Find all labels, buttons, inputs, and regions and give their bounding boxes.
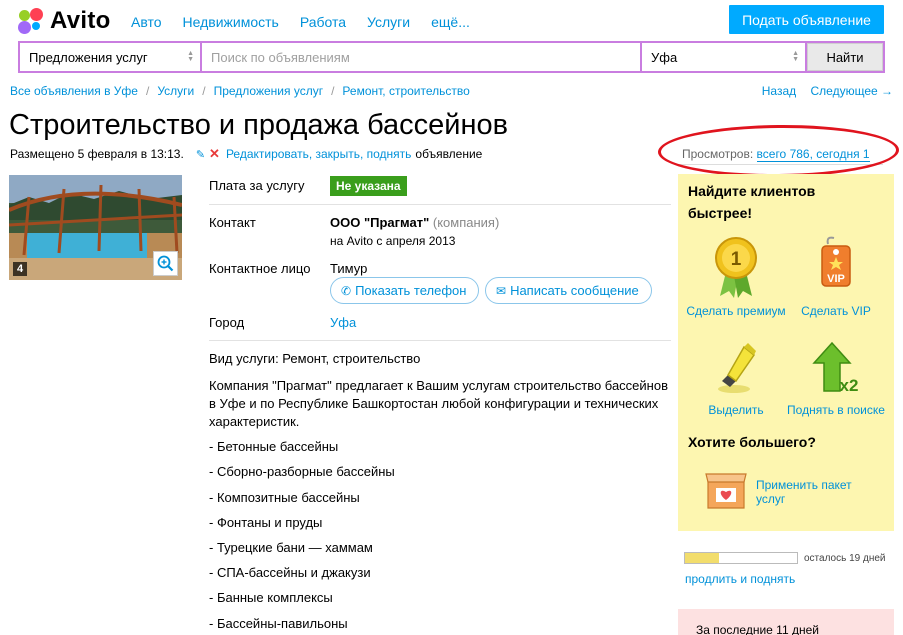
package-option[interactable] [704, 464, 748, 517]
description-item: - Композитные бассейны [209, 490, 360, 505]
premium-badge-number: 1 [731, 249, 742, 270]
listing-pager: Назад Следующее → [751, 84, 893, 98]
description-item: - Сборно-разборные бассейны [209, 464, 395, 479]
photo-count-badge: 4 [13, 262, 28, 276]
vip-badge-text: VIP [827, 273, 845, 285]
zoom-icon[interactable] [153, 251, 178, 276]
days-left-progress-fill [685, 553, 719, 563]
breadcrumb: Все объявления в Уфе / Услуги / Предложения … [10, 84, 470, 98]
edit-tail-text: объявление [415, 147, 483, 161]
company-name-text: ООО "Прагмат" [330, 215, 430, 230]
envelope-icon: ✉ [496, 283, 507, 298]
person-name: Тимур [330, 261, 368, 276]
highlighter-icon [718, 343, 756, 393]
logo-text: Avito [50, 7, 111, 34]
posted-date: Размещено 5 февраля в 13:13. [10, 147, 184, 161]
edit-listing-link[interactable]: Редактировать, закрыть, поднять [226, 147, 411, 161]
description-item: - Бетонные бассейны [209, 439, 339, 454]
extend-link[interactable]: продлить и поднять [685, 572, 795, 586]
select-arrows-icon: ▲ ▼ [187, 50, 194, 63]
top-nav: Авто Недвижимость Работа Услуги ещё... [131, 14, 491, 30]
highlight-option[interactable]: Выделить [686, 341, 786, 417]
city-select-value: Уфа [651, 50, 678, 65]
city-label: Город [209, 315, 245, 330]
nav-realty[interactable]: Недвижимость [183, 14, 279, 30]
highlight-annotation [657, 123, 900, 179]
promo-panel: Найдите клиентов быстрее! 1 Сделать прем… [678, 174, 894, 531]
raise-badge-text: x2 [840, 376, 859, 395]
nav-jobs[interactable]: Работа [300, 14, 346, 30]
search-input[interactable] [202, 43, 640, 71]
find-button[interactable]: Найти [807, 43, 883, 71]
company-name: ООО "Прагмат" (компания) [330, 215, 499, 230]
days-left-progress [684, 552, 798, 564]
avito-logo[interactable]: Avito [18, 7, 111, 35]
stats-period: За последние 11 дней [696, 623, 819, 635]
description-item: - СПА-бассейны и джакузи [209, 565, 371, 580]
nav-more[interactable]: ещё... [431, 14, 470, 30]
select-arrows-icon: ▲ ▼ [792, 50, 799, 63]
gift-box-icon [705, 473, 747, 509]
description-item: - Турецкие бани — хаммам [209, 540, 373, 555]
description-intro: Компания "Прагмат" предлагает к Вашим ус… [209, 378, 668, 429]
description-item: - Фонтаны и пруды [209, 515, 323, 530]
nav-auto[interactable]: Авто [131, 14, 162, 30]
member-since: на Avito с апреля 2013 [330, 234, 456, 248]
promo-heading: Найдите клиентов быстрее! [688, 183, 816, 221]
person-label: Контактное лицо [209, 261, 311, 276]
contact-label: Контакт [209, 215, 256, 230]
divider [209, 204, 671, 205]
category-select-value: Предложения услуг [29, 50, 148, 65]
days-left-text: осталось 19 дней [804, 553, 886, 564]
breadcrumb-item[interactable]: Услуги [157, 84, 194, 98]
show-phone-button[interactable]: ✆ Показать телефон [330, 277, 480, 304]
logo-dots-icon [18, 8, 44, 34]
raise-arrow-icon: x2 [812, 341, 859, 395]
price-label: Плата за услугу [209, 178, 305, 193]
breadcrumb-item[interactable]: Ремонт, строительство [342, 84, 469, 98]
company-type: (компания) [432, 215, 500, 230]
posted-line: Размещено 5 февраля в 13:13. ✎ ✕ Редакти… [10, 146, 482, 162]
nav-services[interactable]: Услуги [367, 14, 410, 30]
premium-medal-icon: 1 [715, 237, 757, 298]
post-ad-button[interactable]: Подать объявление [729, 5, 884, 34]
make-vip-label: Сделать VIP [801, 304, 871, 318]
breadcrumb-item[interactable]: Все объявления в Уфе [10, 84, 138, 98]
category-select[interactable]: Предложения услуг ▲ ▼ [20, 43, 200, 71]
price-badge: Не указана [330, 176, 407, 196]
package-link[interactable]: Применить пакет услуг [756, 478, 856, 506]
description-item: - Банные комплексы [209, 590, 333, 605]
close-icon[interactable]: ✕ [209, 146, 220, 162]
write-message-label: Написать сообщение [510, 283, 639, 298]
show-phone-label: Показать телефон [355, 283, 467, 298]
breadcrumb-item[interactable]: Предложения услуг [214, 84, 324, 98]
description-item: - Бассейны-павильоны [209, 616, 348, 631]
search-bar: Предложения услуг ▲▼ Уфа ▲▼ Найти [18, 41, 885, 73]
raise-label: Поднять в поиске [787, 403, 885, 417]
make-premium-option[interactable]: 1 Сделать премиум [686, 236, 786, 318]
write-message-button[interactable]: ✉ Написать сообщение [485, 277, 652, 304]
promo-heading-more: Хотите большего? [688, 434, 816, 450]
listing-photo[interactable]: 4 [9, 175, 182, 280]
pencil-icon[interactable]: ✎ [196, 148, 205, 161]
highlight-label: Выделить [708, 403, 764, 417]
city-link[interactable]: Уфа [330, 315, 356, 330]
divider [209, 340, 671, 341]
service-type: Вид услуги: Ремонт, строительство [209, 351, 421, 366]
phone-icon: ✆ [341, 283, 352, 298]
make-vip-option[interactable]: VIP Сделать VIP [786, 236, 886, 318]
city-select[interactable]: Уфа ▲ ▼ [642, 43, 805, 71]
page-title: Строительство и продажа бассейнов [9, 109, 509, 141]
raise-option[interactable]: x2 Поднять в поиске [786, 341, 886, 417]
back-link[interactable]: Назад [762, 84, 796, 98]
next-link[interactable]: Следующее → [811, 84, 894, 98]
vip-tag-icon: VIP [821, 236, 851, 287]
make-premium-label: Сделать премиум [686, 304, 786, 318]
